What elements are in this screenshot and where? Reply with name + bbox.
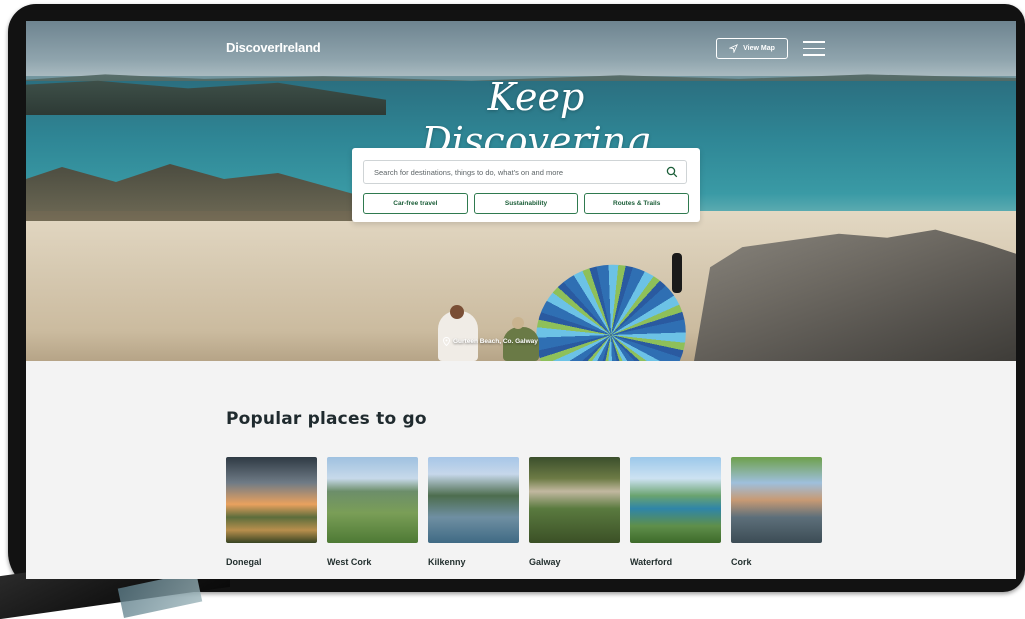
place-name[interactable]: Donegal <box>226 557 317 567</box>
place-image[interactable] <box>630 457 721 543</box>
chip-sustainability[interactable]: Sustainability <box>473 193 579 214</box>
navigation-arrow-icon <box>729 44 739 53</box>
place-image[interactable] <box>226 457 317 543</box>
hero-rocks-right <box>694 229 1016 361</box>
search-box[interactable] <box>363 160 687 184</box>
place-name[interactable]: Cork <box>731 557 822 567</box>
place-image[interactable] <box>529 457 620 543</box>
place-card-donegal[interactable]: Donegal <box>226 457 317 567</box>
hero-person-head <box>512 317 524 329</box>
place-name[interactable]: West Cork <box>327 557 418 567</box>
place-image[interactable] <box>327 457 418 543</box>
view-map-label: View Map <box>743 45 775 52</box>
hero-runner <box>672 253 682 293</box>
location-pin-icon <box>443 337 450 346</box>
popular-places-list: Donegal West Cork Kilkenny Galway Waterf… <box>226 457 822 567</box>
place-card-waterford[interactable]: Waterford <box>630 457 721 567</box>
place-card-galway[interactable]: Galway <box>529 457 620 567</box>
section-title: Popular places to go <box>226 409 427 429</box>
place-name[interactable]: Galway <box>529 557 620 567</box>
site-logo[interactable]: DiscoverIreland <box>226 40 321 55</box>
view-map-button[interactable]: View Map <box>716 38 788 59</box>
search-panel: Car-free travel Sustainability Routes & … <box>352 148 700 222</box>
place-card-cork[interactable]: Cork <box>731 457 822 567</box>
quick-links: Car-free travel Sustainability Routes & … <box>363 193 690 214</box>
place-image[interactable] <box>731 457 822 543</box>
photo-credit-text: Gurteen Beach, Co. Galway <box>453 338 538 345</box>
place-name[interactable]: Kilkenny <box>428 557 519 567</box>
hero-sky <box>26 21 1016 76</box>
place-name[interactable]: Waterford <box>630 557 721 567</box>
chip-routes-trails[interactable]: Routes & Trails <box>584 193 690 214</box>
hamburger-menu-icon[interactable] <box>803 41 825 56</box>
place-card-kilkenny[interactable]: Kilkenny <box>428 457 519 567</box>
browser-screen: DiscoverIreland View Map Keep Discoverin… <box>26 21 1016 579</box>
hero-person-head <box>450 305 464 319</box>
search-icon[interactable] <box>666 166 678 178</box>
chip-car-free-travel[interactable]: Car-free travel <box>363 193 468 214</box>
hero-banner: DiscoverIreland View Map Keep Discoverin… <box>26 21 1016 361</box>
search-input[interactable] <box>372 166 666 178</box>
place-image[interactable] <box>428 457 519 543</box>
photo-credit: Gurteen Beach, Co. Galway <box>443 337 538 346</box>
place-card-west-cork[interactable]: West Cork <box>327 457 418 567</box>
